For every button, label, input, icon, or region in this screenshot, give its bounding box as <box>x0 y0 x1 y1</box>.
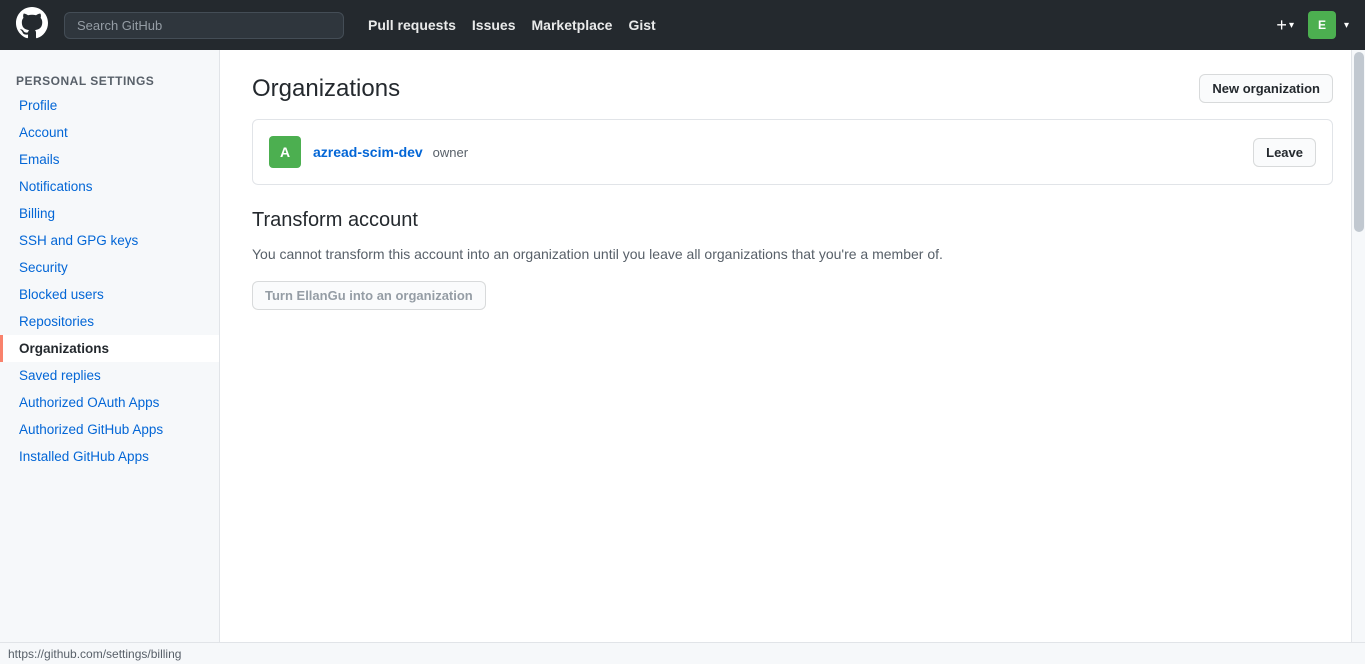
sidebar-item-authorized-github-apps[interactable]: Authorized GitHub Apps <box>0 416 219 443</box>
sidebar-item-organizations[interactable]: Organizations <box>0 335 219 362</box>
scrollbar-thumb <box>1354 52 1364 232</box>
pull-requests-link[interactable]: Pull requests <box>368 17 456 33</box>
transform-section: Transform account You cannot transform t… <box>252 209 1333 310</box>
issues-link[interactable]: Issues <box>472 17 516 33</box>
topnav-right: + ▾ E ▾ <box>1270 11 1349 40</box>
plus-icon: + <box>1276 15 1287 36</box>
organizations-header: Organizations New organization <box>252 74 1333 103</box>
sidebar-item-profile[interactable]: Profile <box>0 92 219 119</box>
search-input[interactable] <box>64 12 344 39</box>
organization-card: A azread-scim-dev owner Leave <box>252 119 1333 185</box>
scrollbar-track[interactable] <box>1351 50 1365 642</box>
github-logo[interactable] <box>16 7 48 44</box>
top-navigation: Pull requests Issues Marketplace Gist + … <box>0 0 1365 50</box>
sidebar: Personal settings Profile Account Emails… <box>0 50 220 664</box>
sidebar-heading: Personal settings <box>0 66 219 92</box>
sidebar-item-saved-replies[interactable]: Saved replies <box>0 362 219 389</box>
sidebar-item-billing[interactable]: Billing <box>0 200 219 227</box>
page-layout: Personal settings Profile Account Emails… <box>0 50 1365 664</box>
main-content: Organizations New organization A azread-… <box>220 50 1365 664</box>
org-role: owner <box>433 145 468 160</box>
sidebar-item-repositories[interactable]: Repositories <box>0 308 219 335</box>
marketplace-link[interactable]: Marketplace <box>532 17 613 33</box>
org-name[interactable]: azread-scim-dev <box>313 144 423 160</box>
transform-title: Transform account <box>252 209 1333 232</box>
sidebar-item-notifications[interactable]: Notifications <box>0 173 219 200</box>
status-url: https://github.com/settings/billing <box>8 647 181 661</box>
new-organization-button[interactable]: New organization <box>1199 74 1333 103</box>
leave-org-button[interactable]: Leave <box>1253 138 1316 167</box>
sidebar-item-blocked-users[interactable]: Blocked users <box>0 281 219 308</box>
page-title: Organizations <box>252 75 400 103</box>
sidebar-item-authorized-oauth-apps[interactable]: Authorized OAuth Apps <box>0 389 219 416</box>
avatar-chevron-icon: ▾ <box>1344 20 1349 31</box>
transform-description: You cannot transform this account into a… <box>252 244 1333 265</box>
sidebar-item-security[interactable]: Security <box>0 254 219 281</box>
org-avatar: A <box>269 136 301 168</box>
new-item-button[interactable]: + ▾ <box>1270 11 1300 40</box>
sidebar-item-installed-github-apps[interactable]: Installed GitHub Apps <box>0 443 219 470</box>
org-info: A azread-scim-dev owner <box>269 136 468 168</box>
avatar[interactable]: E <box>1308 11 1336 39</box>
gist-link[interactable]: Gist <box>628 17 655 33</box>
sidebar-item-ssh-gpg-keys[interactable]: SSH and GPG keys <box>0 227 219 254</box>
transform-account-button: Turn EllanGu into an organization <box>252 281 486 310</box>
sidebar-item-emails[interactable]: Emails <box>0 146 219 173</box>
sidebar-item-account[interactable]: Account <box>0 119 219 146</box>
chevron-down-icon: ▾ <box>1289 20 1294 31</box>
statusbar: https://github.com/settings/billing <box>0 642 1365 664</box>
nav-links: Pull requests Issues Marketplace Gist <box>368 17 656 33</box>
